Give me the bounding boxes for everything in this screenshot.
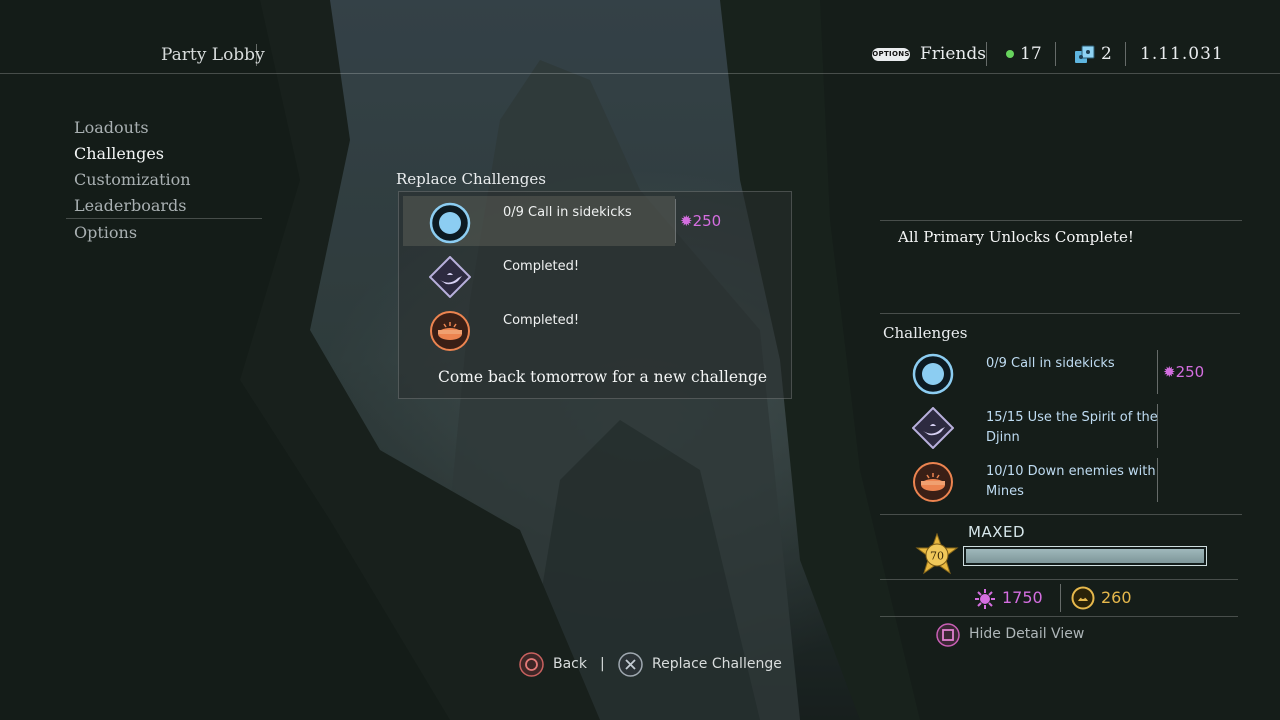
rank-number: 70: [930, 550, 944, 563]
reward-value: 250: [1175, 363, 1205, 381]
djinn-lamp-icon: [429, 256, 471, 298]
rank-status: MAXED: [968, 523, 1026, 541]
challenge-text: Completed!: [503, 313, 580, 328]
challenge-reward: ✹250: [680, 212, 721, 230]
party-count: 2: [1101, 44, 1112, 64]
version-label: 1.11.031: [1140, 44, 1224, 64]
circle-button-icon[interactable]: [519, 652, 544, 677]
nav-item-challenges[interactable]: Challenges: [74, 144, 164, 163]
back-button[interactable]: Back: [553, 656, 587, 672]
currency-divider: [1060, 584, 1061, 612]
mine-icon: [913, 462, 953, 502]
reward-divider: [1157, 404, 1158, 448]
sidekick-circle-icon: [912, 353, 954, 395]
header-separator: [1055, 42, 1056, 66]
party-members-icon: [1075, 45, 1095, 63]
xp-progress-fill: [966, 549, 1204, 563]
sidekick-circle-icon: [429, 202, 471, 244]
cross-button-icon[interactable]: [618, 652, 643, 677]
relic-icon: ✹: [1163, 363, 1176, 381]
bottom-separator: |: [600, 656, 605, 672]
page-title: Party Lobby: [161, 45, 265, 65]
replace-challenges-title: Replace Challenges: [396, 170, 546, 188]
header-separator: [986, 42, 987, 66]
nav-divider: [66, 218, 262, 219]
detail-challenge-text: 0/9 Call in sidekicks: [986, 356, 1115, 371]
challenges-heading: Challenges: [883, 324, 968, 342]
xp-progress-bar: [963, 546, 1207, 566]
detail-divider: [880, 514, 1242, 515]
come-back-message: Come back tomorrow for a new challenge: [438, 368, 768, 386]
options-button-icon[interactable]: OPTIONS: [872, 48, 910, 61]
gold-coin-icon: [1071, 586, 1095, 610]
detail-challenge-reward: ✹250: [1163, 363, 1204, 381]
detail-challenge-text: 10/10 Down enemies with Mines: [986, 462, 1156, 502]
nav-item-loadouts[interactable]: Loadouts: [74, 118, 149, 137]
friends-button[interactable]: Friends: [920, 44, 986, 64]
djinn-lamp-icon: [912, 407, 954, 449]
relic-icon: [975, 589, 995, 609]
detail-divider: [880, 220, 1242, 221]
detail-divider: [880, 616, 1238, 617]
coins-count: 260: [1101, 588, 1132, 607]
nav-item-customization[interactable]: Customization: [74, 170, 191, 189]
detail-challenge-text: 15/15 Use the Spirit of the Djinn: [986, 408, 1158, 448]
nav-item-options[interactable]: Options: [74, 223, 137, 242]
square-button-icon[interactable]: [936, 623, 960, 647]
detail-divider: [880, 313, 1240, 314]
hide-detail-view-button[interactable]: Hide Detail View: [969, 626, 1084, 642]
detail-challenge-line: Mines: [986, 484, 1024, 499]
relics-count: 1750: [1002, 588, 1043, 607]
reward-divider: [1157, 350, 1158, 394]
unlocks-status: All Primary Unlocks Complete!: [898, 228, 1134, 246]
reward-divider: [1157, 458, 1158, 502]
online-status-icon: [1006, 50, 1014, 58]
title-divider: [256, 44, 257, 66]
detail-challenge-line: 15/15 Use the Spirit of the: [986, 410, 1158, 425]
detail-challenge-line: 10/10 Down enemies with: [986, 464, 1156, 479]
header-divider: [0, 73, 1280, 74]
online-friends-count: 17: [1020, 44, 1042, 64]
header-separator: [1125, 42, 1126, 66]
replace-challenge-button[interactable]: Replace Challenge: [652, 656, 782, 672]
challenge-text: Completed!: [503, 259, 580, 274]
nav-item-leaderboards[interactable]: Leaderboards: [74, 196, 187, 215]
detail-divider: [880, 579, 1238, 580]
relic-icon: ✹: [680, 212, 693, 230]
detail-challenge-line: Djinn: [986, 430, 1020, 445]
mine-icon: [430, 311, 470, 351]
reward-divider: [675, 199, 676, 243]
challenge-text: 0/9 Call in sidekicks: [503, 205, 632, 220]
rank-star-icon: 70: [915, 533, 959, 575]
reward-value: 250: [692, 212, 722, 230]
